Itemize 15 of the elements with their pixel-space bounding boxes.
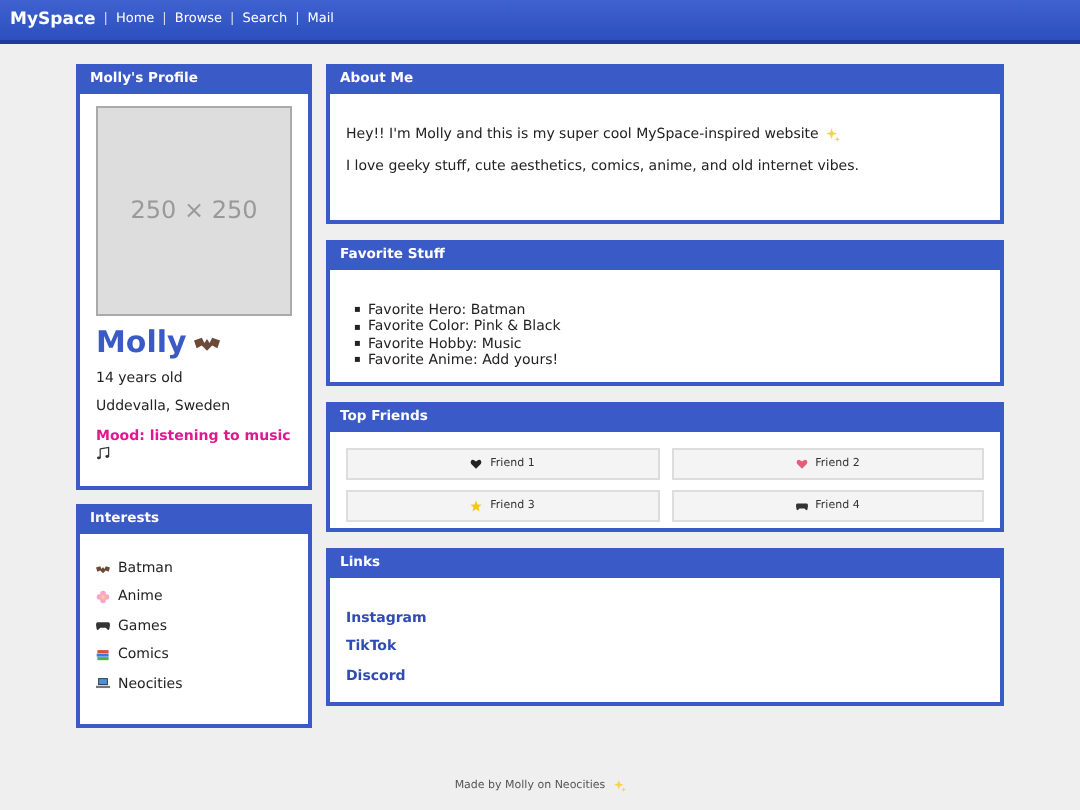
heart-icon [795,458,808,470]
placeholder-size-text: 250 × 250 [130,196,258,226]
sparkle-icon [613,780,626,793]
site-logo[interactable]: MySpace [10,9,96,31]
bat-icon [96,561,110,576]
gamepad-icon [96,618,110,633]
laptop-icon [96,676,110,691]
profile-name: Molly [96,324,187,360]
books-icon [96,647,110,662]
gamepad-icon [795,500,808,512]
star-icon [470,500,483,512]
flower-icon [96,590,110,605]
heart-icon [470,458,483,470]
music-note-icon [96,445,110,460]
sparkle-icon [826,127,841,142]
